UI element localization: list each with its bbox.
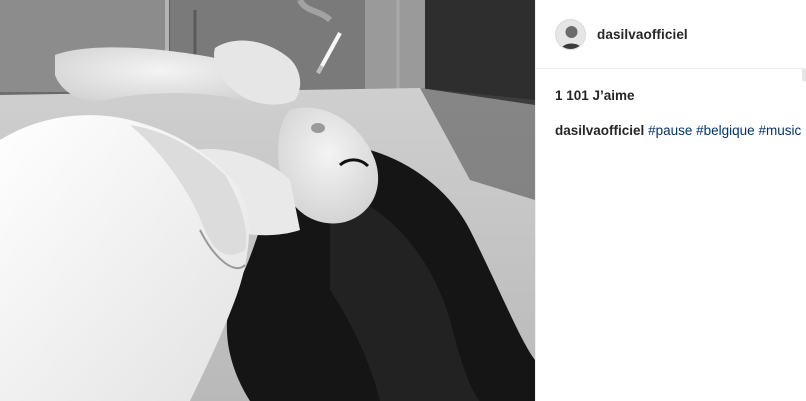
instagram-post: dasilvaofficiel 1 101 J’aime dasilvaoffi…: [0, 0, 806, 401]
post-header: dasilvaofficiel: [536, 0, 806, 69]
post-caption: dasilvaofficiel #pause #belgique #music: [555, 122, 801, 140]
hashtag-link[interactable]: #belgique: [696, 123, 755, 138]
profile-avatar[interactable]: [555, 18, 586, 50]
post-photo[interactable]: [0, 0, 535, 401]
post-username[interactable]: dasilvaofficiel: [597, 27, 688, 42]
likes-count[interactable]: 1 101 J’aime: [555, 88, 635, 103]
post-side-panel: dasilvaofficiel 1 101 J’aime dasilvaoffi…: [535, 0, 806, 401]
hashtag-link[interactable]: #music: [758, 123, 801, 138]
hashtag-link[interactable]: #pause: [648, 123, 692, 138]
caption-username[interactable]: dasilvaofficiel: [555, 123, 644, 138]
photo-image: [0, 0, 535, 401]
avatar-icon: [556, 19, 585, 49]
scrollbar-thumb[interactable]: [802, 69, 806, 81]
